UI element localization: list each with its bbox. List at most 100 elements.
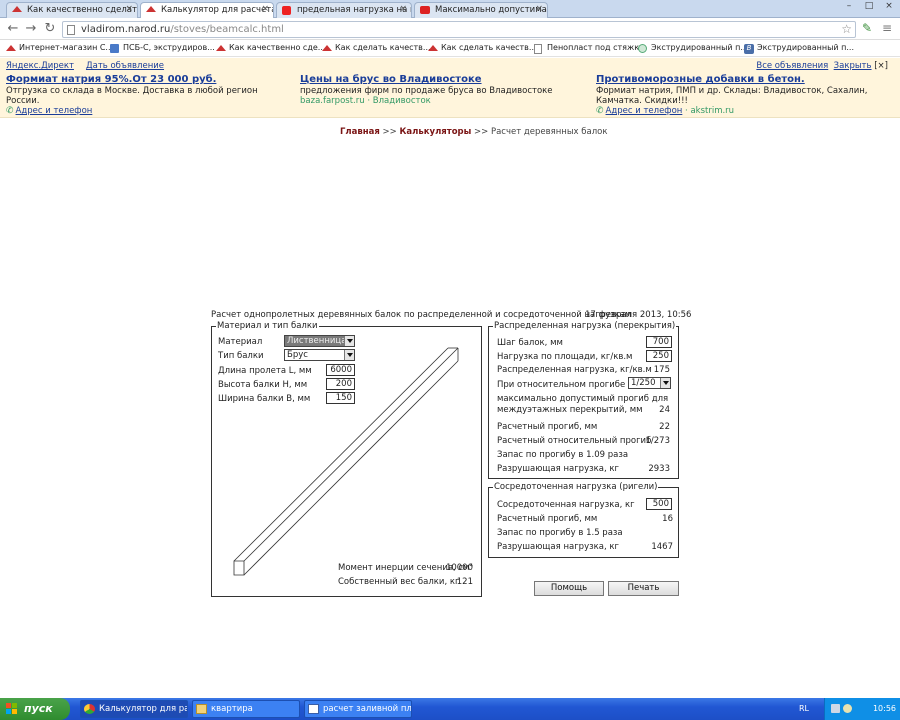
relative-deflection-select[interactable]: 1/250 [628,377,671,389]
phone-icon: ✆ [6,106,14,116]
house-icon [12,6,22,12]
ad-title-link[interactable]: Формиат натрия 95%.От 23 000 руб. [6,75,291,85]
yandex-direct-strip: Яндекс.Директ Дать объявление Все объявле… [0,58,900,118]
language-indicator[interactable]: RL [799,698,809,720]
volume-icon[interactable] [843,704,852,713]
browser-tab-strip: Как качественно сделать × Калькулятор дл… [0,0,900,19]
step-input[interactable]: 700 [646,336,672,348]
chevron-down-icon [660,378,670,388]
breadcrumb: Главная >> Калькуляторы >> Расчет деревя… [340,127,608,137]
concentrated-deflection-value: 16 [662,514,673,524]
print-button[interactable]: Печать [608,581,679,596]
bookmark-item[interactable]: Экструдированный п... [638,43,748,53]
ad-site[interactable]: akstrim.ru [690,106,734,116]
close-tab-icon[interactable]: × [399,4,407,14]
step-label: Шаг балок, мм [497,338,563,348]
maximize-icon[interactable]: □ [860,0,878,13]
extension-icon[interactable]: ✎ [862,21,872,36]
relative-deflection-label: При относительном прогибе [497,380,626,390]
bookmark-item[interactable]: Как сделать качеств... [428,43,537,52]
ad-title-link[interactable]: Противоморозные добавки в бетон. [596,75,886,85]
address-bar[interactable]: vladirom.narod.ru/stoves/beamcalc.html ☆ [62,21,856,38]
tab-kak-kachestvenno[interactable]: Как качественно сделать × [6,2,138,18]
bookmark-item[interactable]: Как качественно сде... [216,43,325,52]
ad-item: Цены на брус во Владивостоке предложения… [300,75,585,107]
calc-relative-label: Расчетный относительный прогиб [497,436,652,446]
help-button[interactable]: Помощь [534,581,604,596]
taskbar-item-label: Калькулятор для ра... [99,704,188,714]
network-icon[interactable] [831,704,840,713]
breadcrumb-home-link[interactable]: Главная [340,127,380,137]
tab-label: предельная нагрузка на п [297,5,412,15]
breadcrumb-calculators-link[interactable]: Калькуляторы [399,127,471,137]
taskbar-item-folder[interactable]: квартира [192,700,300,718]
minimize-icon[interactable]: – [840,0,858,13]
start-button[interactable]: пуск [0,698,70,720]
breaking-load-label: Разрушающая нагрузка, кг [497,464,619,474]
area-load-label: Нагрузка по площади, кг/кв.м [497,352,633,362]
breadcrumb-current: Расчет деревянных балок [490,127,608,137]
direct-controls: Все объявления Закрыть [×] [756,61,888,71]
relative-deflection-value: 1/250 [631,378,656,388]
word-document-icon [308,704,319,714]
distributed-box-legend: Распределенная нагрузка (перекрытия) [494,321,676,331]
back-icon[interactable]: ← [5,21,21,37]
area-load-input[interactable]: 250 [646,350,672,362]
give-ad-link[interactable]: Дать объявление [86,61,164,71]
system-tray: RL 10:56 [799,698,900,720]
taskbar-item-document[interactable]: расчет заливной пл... [304,700,412,718]
windows-flag-icon [6,703,18,715]
tab-label: Как качественно сделать [27,5,138,15]
close-window-icon[interactable]: × [880,0,898,13]
close-tab-icon[interactable]: × [535,4,543,14]
taskbar-item-label: квартира [211,704,253,714]
calc-deflection-label: Расчетный прогиб, мм [497,422,598,432]
concentrated-load-label: Сосредоточенная нагрузка, кг [497,500,635,510]
bookmark-star-icon[interactable]: ☆ [841,22,852,36]
folder-icon [196,704,207,714]
close-tab-icon[interactable]: × [261,4,269,14]
bookmark-item[interactable]: ПСБ-С, экструдиров... [110,43,215,53]
deflection-margin-label: Запас по прогибу в 1.09 раза [497,450,629,460]
house-icon [428,45,438,51]
menu-icon[interactable]: ≡ [882,21,892,36]
url-text: vladirom.narod.ru/stoves/beamcalc.html [81,24,284,35]
ad-site[interactable]: baza.farpost.ru [300,96,365,106]
concentrated-breaking-value: 1467 [651,542,673,552]
vk-icon: В [744,44,754,54]
beam-edge [233,347,449,562]
close-tab-icon[interactable]: × [125,4,133,14]
page-icon [67,25,75,35]
breadcrumb-separator: >> [379,127,400,137]
close-ads-link[interactable]: Закрыть [834,61,872,71]
ad-region: Владивосток [372,96,431,106]
forward-icon[interactable]: → [23,21,39,37]
ad-description: Формиат натрия, ПМП и др. Склады: Владив… [596,86,868,106]
inertia-value: 10000 [445,563,473,573]
reload-icon[interactable]: ↻ [42,21,58,37]
ad-contact-link[interactable]: Адрес и телефон [16,106,93,116]
direct-header: Яндекс.Директ Дать объявление [6,61,164,71]
bookmark-item[interactable]: В Экструдированный п... [744,43,854,54]
bookmark-item[interactable]: Интернет-магазин С... [6,43,113,52]
phone-icon: ✆ [596,106,604,116]
ad-title-link[interactable]: Цены на брус во Владивостоке [300,75,585,85]
taskbar: пуск Калькулятор для ра... квартира расч… [0,698,900,720]
tab-beam-calculator[interactable]: Калькулятор для расчета д × [140,2,274,19]
direct-brand-link[interactable]: Яндекс.Директ [6,61,74,71]
page-icon [534,44,542,54]
bookmark-item[interactable]: Пенопласт под стяжку [534,43,644,54]
tab-predelnaya-nagruzka[interactable]: предельная нагрузка на п × [276,2,412,18]
all-ads-link[interactable]: Все объявления [756,61,828,71]
tab-maksimalno-dopustimaya[interactable]: Максимально допустимая × [414,2,548,18]
taskbar-item-chrome[interactable]: Калькулятор для ра... [80,700,188,718]
youtube-icon [420,6,430,14]
globe-icon [638,44,647,53]
house-icon [146,6,156,12]
ad-description: предложения фирм по продаже бруса во Вла… [300,86,553,96]
bookmark-item[interactable]: Как сделать качеств... [322,43,431,52]
ad-contacts: baza.farpost.ru · Владивосток [300,96,431,106]
concentrated-load-input[interactable]: 500 [646,498,672,510]
close-ads-box[interactable]: [×] [874,61,888,71]
ad-contact-link[interactable]: Адрес и телефон [606,106,683,116]
